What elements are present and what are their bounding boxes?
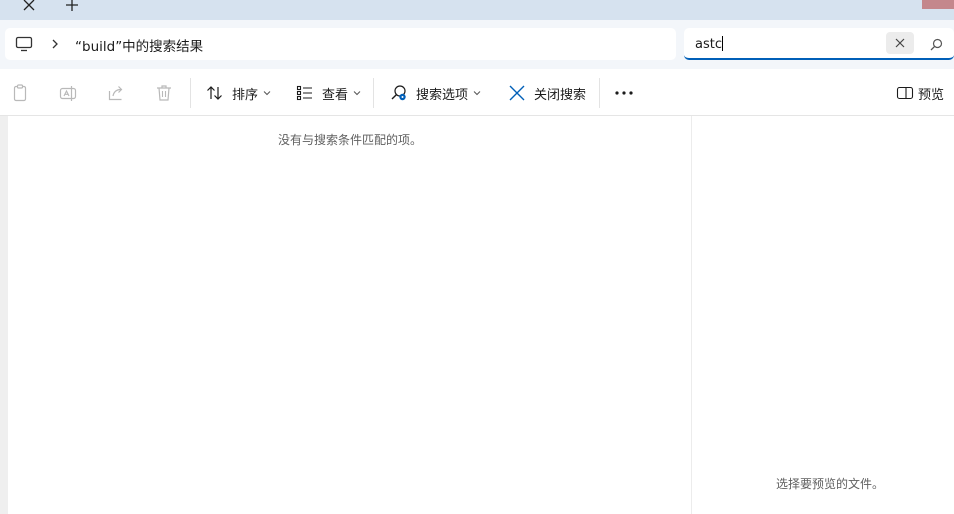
address-row: “build”中的搜索结果 astc [0,20,954,69]
breadcrumb[interactable]: “build”中的搜索结果 [75,35,203,55]
copy-icon[interactable] [10,83,30,103]
tab-close-button[interactable] [18,0,40,16]
sort-button[interactable]: 排序 [206,81,271,105]
close-search-button[interactable]: 关闭搜索 [508,81,586,105]
chevron-down-icon [473,91,481,96]
close-icon [509,85,525,101]
view-button[interactable]: 查看 [296,81,361,105]
tab-strip [0,0,954,20]
sort-label: 排序 [232,87,259,103]
search-input-value: astc [695,37,722,52]
window-close-button[interactable] [922,0,954,9]
address-bar[interactable]: “build”中的搜索结果 [5,28,676,60]
navigation-pane[interactable] [0,116,8,514]
preview-pane-icon [896,86,914,100]
toolbar-separator [599,78,600,108]
sort-icon [207,86,222,100]
view-label: 查看 [322,87,349,103]
new-tab-button[interactable] [60,0,84,16]
preview-placeholder-message: 选择要预览的文件。 [776,477,885,491]
preview-button[interactable]: 预览 [896,81,944,105]
share-icon[interactable] [106,83,126,103]
search-options-icon [391,85,406,101]
more-options-button[interactable] [614,81,634,105]
monitor-icon[interactable] [15,35,33,53]
file-list[interactable]: 没有与搜索条件匹配的项。 [8,116,691,514]
command-bar: 排序 查看 搜索选项 关闭搜索 预览 [0,70,954,116]
close-icon [895,38,905,48]
search-box[interactable]: astc [684,28,954,60]
search-icon [930,38,942,50]
toolbar-separator [373,78,374,108]
rename-icon[interactable] [58,83,78,103]
text-caret [721,36,723,51]
search-options-button[interactable]: 搜索选项 [390,81,481,105]
search-options-label: 搜索选项 [416,87,469,103]
empty-results-message: 没有与搜索条件匹配的项。 [278,133,423,147]
trash-icon[interactable] [154,83,174,103]
chevron-down-icon [353,91,361,96]
more-icon [615,91,633,95]
search-input[interactable]: astc [695,36,723,52]
preview-label: 预览 [918,87,945,103]
view-list-icon [296,85,312,101]
clear-search-button[interactable] [886,32,914,54]
search-button[interactable] [926,34,946,54]
chevron-right-icon[interactable] [49,36,61,52]
chevron-down-icon [263,91,271,96]
close-icon [23,0,35,11]
toolbar-separator [190,78,191,108]
preview-pane: 选择要预览的文件。 [692,116,954,514]
plus-icon [66,0,78,11]
close-search-label: 关闭搜索 [534,87,587,103]
